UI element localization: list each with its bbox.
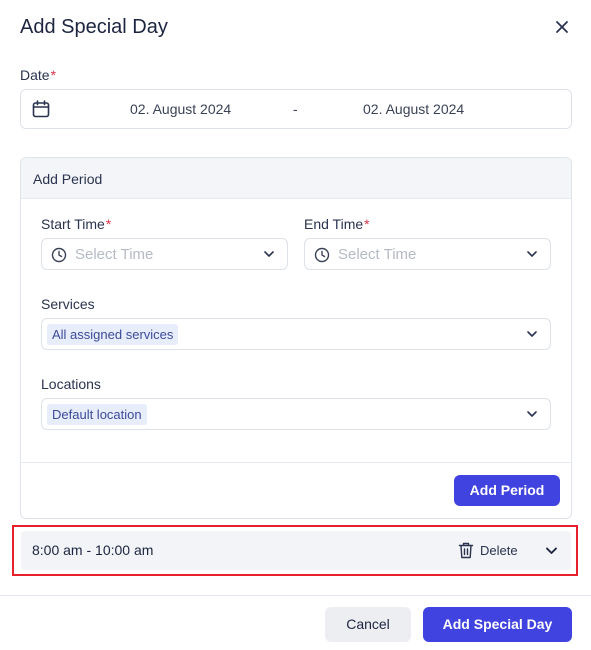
date-range-field[interactable]: 02. August 2024 - 02. August 2024 (20, 89, 572, 129)
required-mark: * (105, 216, 112, 232)
close-icon[interactable] (552, 17, 572, 37)
chevron-down-icon (527, 251, 537, 257)
locations-label: Locations (41, 376, 101, 392)
calendar-icon (32, 100, 50, 118)
date-separator: - (293, 101, 298, 117)
cancel-button[interactable]: Cancel (325, 607, 411, 642)
delete-button[interactable]: Delete (480, 543, 518, 558)
end-time-label: End Time* (304, 216, 370, 232)
date-end[interactable]: 02. August 2024 (363, 101, 464, 117)
end-time-select[interactable]: Select Time (304, 238, 551, 270)
trash-icon[interactable] (458, 542, 474, 559)
chevron-down-icon[interactable] (545, 544, 558, 557)
locations-tag: Default location (47, 404, 147, 425)
date-start[interactable]: 02. August 2024 (130, 101, 231, 117)
start-time-placeholder: Select Time (75, 246, 154, 263)
period-row[interactable]: 8:00 am - 10:00 am Delete (21, 531, 571, 570)
start-time-label-text: Start Time (41, 216, 105, 232)
date-label-text: Date (20, 67, 50, 83)
chevron-down-icon (527, 411, 537, 417)
add-period-button[interactable]: Add Period (454, 475, 560, 506)
clock-icon (314, 247, 330, 263)
dialog-title: Add Special Day (20, 16, 168, 38)
services-select[interactable]: All assigned services (41, 318, 551, 350)
start-time-select[interactable]: Select Time (41, 238, 288, 270)
chevron-down-icon (264, 251, 274, 257)
end-time-placeholder: Select Time (338, 246, 417, 263)
period-card-title: Add Period (33, 171, 103, 187)
clock-icon (51, 247, 67, 263)
chevron-down-icon (527, 331, 537, 337)
end-time-label-text: End Time (304, 216, 364, 232)
services-tag: All assigned services (47, 324, 179, 345)
required-mark: * (364, 216, 370, 232)
card-divider (21, 462, 571, 463)
services-label: Services (41, 296, 95, 312)
period-card-header: Add Period (21, 158, 571, 199)
locations-select[interactable]: Default location (41, 398, 551, 430)
required-mark: * (50, 67, 57, 83)
date-label: Date* (20, 67, 56, 83)
period-time: 8:00 am - 10:00 am (32, 542, 154, 558)
start-time-label: Start Time* (41, 216, 111, 232)
add-period-card: Add Period Start Time* Select Time End T… (20, 157, 572, 519)
footer-divider (0, 595, 591, 596)
add-special-day-button[interactable]: Add Special Day (423, 607, 572, 642)
